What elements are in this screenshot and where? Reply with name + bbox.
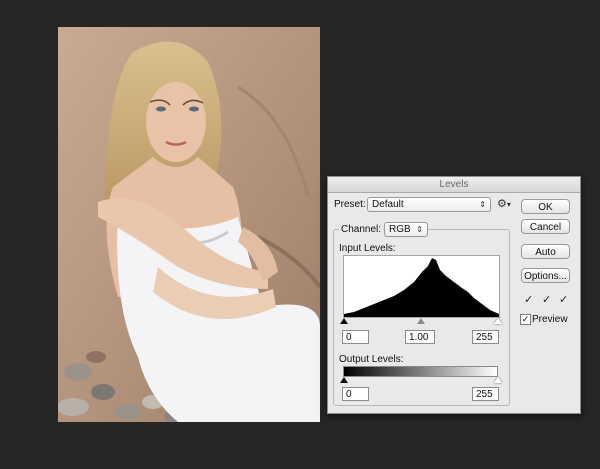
histogram-shape xyxy=(344,258,499,317)
output-white-slider[interactable] xyxy=(494,377,502,383)
options-button[interactable]: Options... xyxy=(521,268,570,283)
input-gamma-field[interactable]: 1.00 xyxy=(405,330,435,344)
levels-dialog: Levels Preset: Default ⇕ ⚙▾ OK Cancel Au… xyxy=(327,176,581,414)
output-black-field[interactable]: 0 xyxy=(342,387,369,401)
output-gradient xyxy=(343,366,498,377)
input-black-slider[interactable] xyxy=(340,318,348,324)
channel-value: RGB xyxy=(389,224,411,235)
dialog-title: Levels xyxy=(328,177,580,193)
channel-label: Channel: xyxy=(339,224,384,235)
stepper-arrows-icon: ⇕ xyxy=(479,200,486,209)
preview-label: Preview xyxy=(532,314,568,325)
auto-button[interactable]: Auto xyxy=(521,244,570,259)
histogram xyxy=(343,255,500,318)
input-black-field[interactable]: 0 xyxy=(342,330,369,344)
input-gamma-slider[interactable] xyxy=(417,318,425,324)
ok-button[interactable]: OK xyxy=(521,199,570,214)
preset-label: Preset: xyxy=(334,199,366,210)
preset-value: Default xyxy=(372,199,404,210)
cancel-button[interactable]: Cancel xyxy=(521,219,570,234)
stepper-arrows-icon: ⇕ xyxy=(416,225,423,234)
output-levels-label: Output Levels: xyxy=(339,354,404,365)
input-white-field[interactable]: 255 xyxy=(472,330,499,344)
gear-icon[interactable]: ⚙▾ xyxy=(497,197,511,210)
preview-checkbox[interactable]: ✓ xyxy=(520,314,531,325)
output-white-field[interactable]: 255 xyxy=(472,387,499,401)
input-levels-label: Input Levels: xyxy=(339,243,396,254)
preset-select[interactable]: Default ⇕ xyxy=(367,197,491,212)
photo-canvas xyxy=(58,27,320,422)
white-eyedropper-icon[interactable]: ✓ xyxy=(559,293,568,306)
black-eyedropper-icon[interactable]: ✓ xyxy=(524,293,533,306)
channel-select[interactable]: RGB ⇕ xyxy=(384,222,428,237)
gray-eyedropper-icon[interactable]: ✓ xyxy=(542,293,551,306)
input-white-slider[interactable] xyxy=(494,318,502,324)
output-black-slider[interactable] xyxy=(340,377,348,383)
